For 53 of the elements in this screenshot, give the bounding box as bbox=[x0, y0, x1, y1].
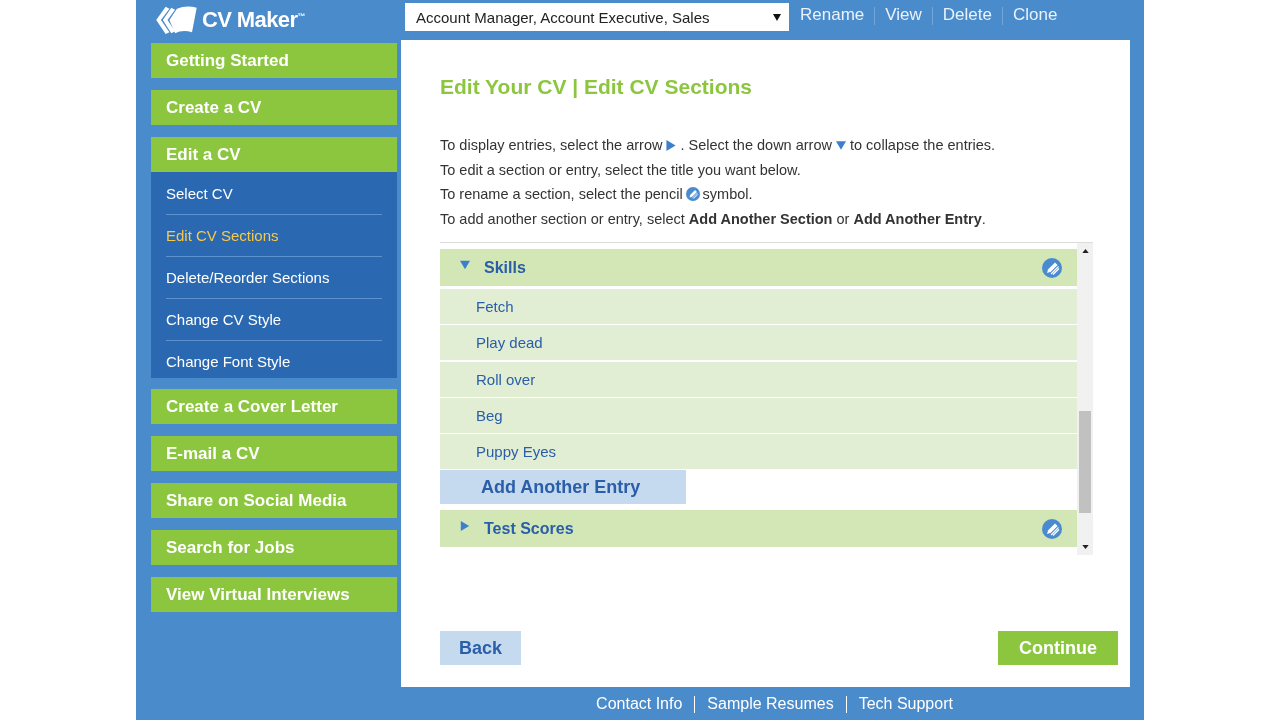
back-button[interactable]: Back bbox=[440, 631, 521, 665]
right-triangle-icon bbox=[666, 139, 677, 151]
nav-menu-item[interactable]: Getting Started bbox=[151, 43, 397, 78]
scroll-up-arrow-icon[interactable] bbox=[1081, 249, 1089, 253]
header-link[interactable]: Delete bbox=[942, 5, 992, 25]
entry-item[interactable]: Play dead bbox=[440, 325, 1077, 361]
instruction-text: . Select the down arrow bbox=[680, 137, 832, 154]
instruction-text: To edit a section or entry, select the title you want below. bbox=[440, 161, 801, 178]
instruction-text: To display entries, select the arrow bbox=[440, 137, 663, 154]
continue-button[interactable]: Continue bbox=[998, 631, 1118, 665]
add-entry-button[interactable]: Add Another Entry bbox=[440, 470, 686, 505]
right-triangle-icon[interactable] bbox=[460, 521, 470, 531]
nav-menu-item[interactable]: E-mail a CV bbox=[151, 436, 397, 471]
nav-menu-item[interactable]: Share on Social Media bbox=[151, 483, 397, 518]
footer-link[interactable]: Contact Info bbox=[596, 694, 683, 713]
entry-item[interactable]: Fetch bbox=[440, 289, 1077, 324]
submenu-item[interactable]: Edit CV Sections bbox=[166, 214, 382, 256]
stacked-pages-icon bbox=[154, 4, 198, 36]
scrollbar[interactable] bbox=[1077, 243, 1093, 555]
submenu-item[interactable]: Change CV Style bbox=[166, 298, 382, 340]
nav-menu-item[interactable]: Create a Cover Letter bbox=[151, 389, 397, 424]
section-title[interactable]: Test Scores bbox=[484, 520, 574, 538]
footer-link[interactable]: Tech Support bbox=[858, 694, 953, 713]
pencil-icon[interactable] bbox=[1042, 257, 1062, 278]
scrollbar-thumb[interactable] bbox=[1079, 411, 1091, 513]
page-title: Edit Your CV | Edit CV Sections bbox=[440, 75, 752, 99]
entry-item[interactable]: Roll over bbox=[440, 361, 1077, 397]
logo-text: CV Maker$^{™}$ bbox=[202, 7, 305, 33]
submenu-item[interactable]: Select CV bbox=[166, 173, 382, 214]
entry-item[interactable]: Beg bbox=[440, 397, 1077, 433]
down-triangle-icon[interactable] bbox=[460, 259, 470, 270]
cv-select-dropdown[interactable]: Account Manager, Account Executive, Sales bbox=[405, 3, 789, 31]
instruction-text: to collapse the entries. bbox=[849, 137, 996, 154]
instruction-text: To add another section or entry, select Add Another Section or Add Another Entry. bbox=[440, 210, 986, 227]
nav-menu-item[interactable]: Create a CV bbox=[151, 90, 397, 125]
instruction-text: symbol. bbox=[702, 186, 753, 203]
section-title[interactable]: Skills bbox=[484, 258, 526, 277]
nav-menu-item[interactable]: Edit a CV bbox=[151, 137, 397, 172]
header-link[interactable]: Clone bbox=[1012, 5, 1058, 25]
entry-item[interactable]: Puppy Eyes bbox=[440, 434, 1077, 470]
header-link[interactable]: View bbox=[885, 5, 922, 25]
caret-icon bbox=[773, 13, 781, 21]
down-triangle-icon bbox=[835, 139, 846, 151]
scroll-down-arrow-icon[interactable] bbox=[1081, 545, 1089, 549]
instruction-text: To rename a section, select the pencil bbox=[440, 186, 683, 203]
nav-menu-item[interactable]: View Virtual Interviews bbox=[151, 577, 397, 612]
pencil-icon bbox=[685, 187, 700, 202]
submenu-item[interactable]: Change Font Style bbox=[166, 340, 382, 382]
submenu-item[interactable]: Delete/Reorder Sections bbox=[166, 256, 382, 298]
footer-link[interactable]: Sample Resumes bbox=[707, 694, 834, 713]
header-link[interactable]: Rename bbox=[800, 5, 865, 25]
nav-menu-item[interactable]: Search for Jobs bbox=[151, 530, 397, 565]
pencil-icon[interactable] bbox=[1042, 519, 1062, 539]
